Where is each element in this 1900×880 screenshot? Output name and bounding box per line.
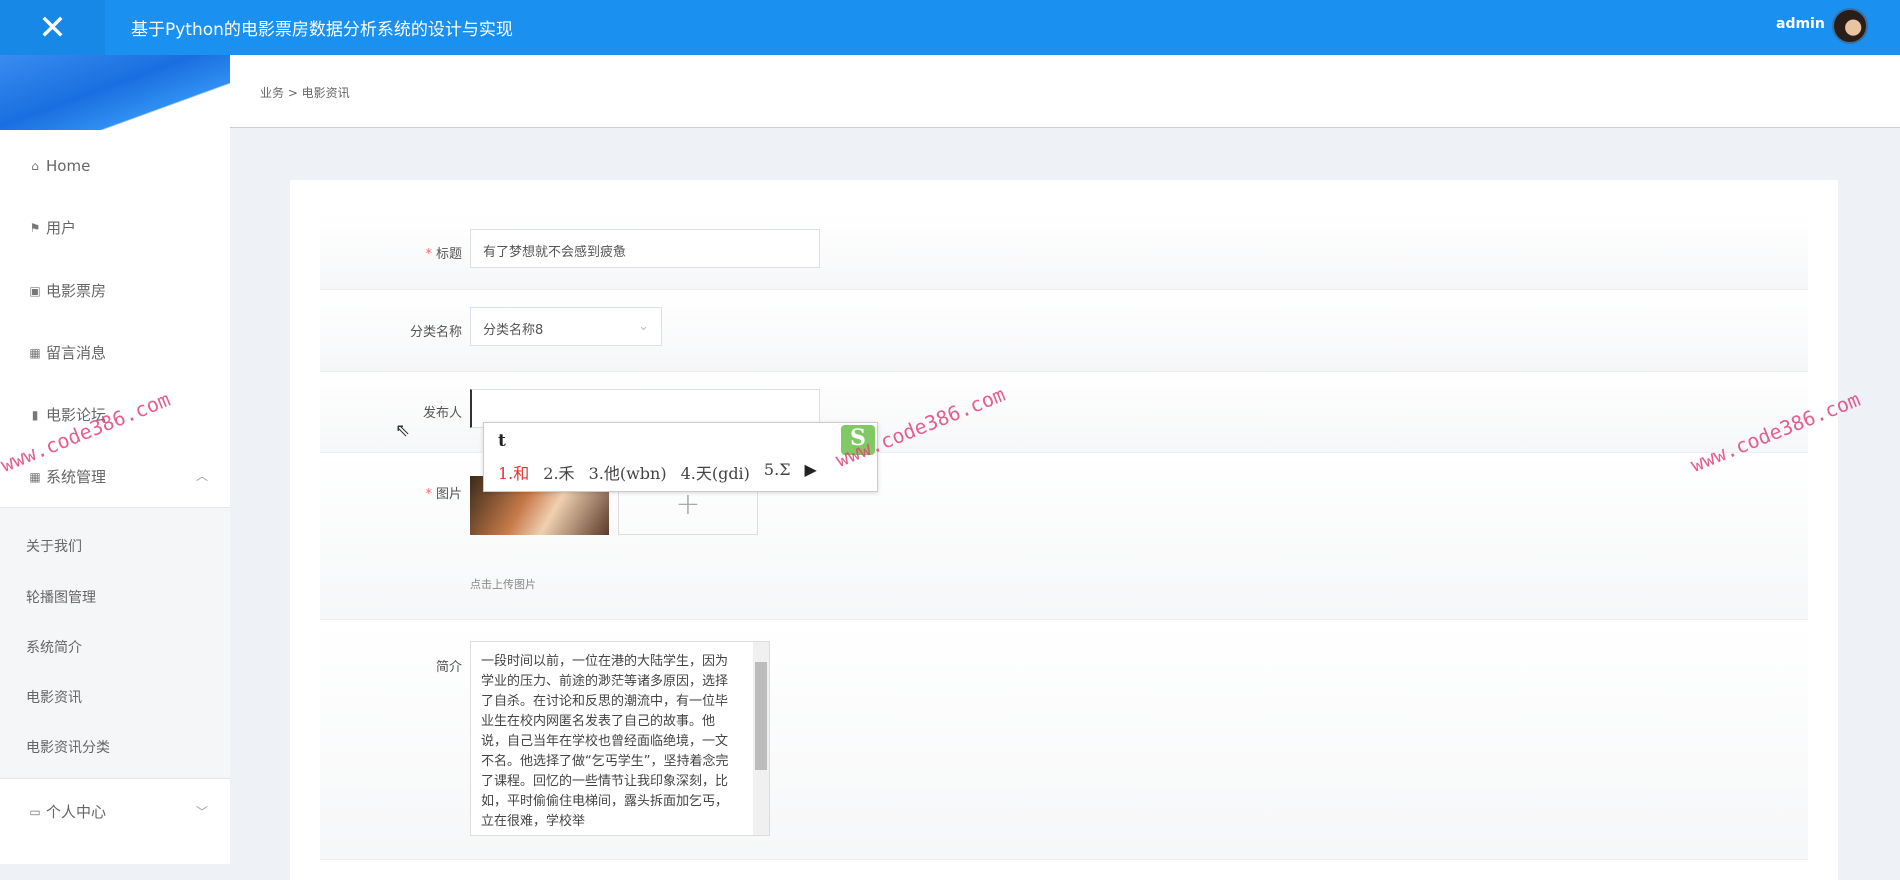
submenu-item-carousel[interactable]: 轮播图管理 (26, 587, 96, 607)
sidebar-item-label: 系统管理 (46, 468, 107, 486)
chevron-down-icon[interactable]: ﹀ (196, 803, 208, 820)
ime-candidates: 1.和 2.禾 3.他(wbn) 4.天(gdi) 5.Σ ▶ (498, 460, 817, 484)
sidebar-item-label: 电影票房 (46, 282, 107, 300)
submenu-item-about[interactable]: 关于我们 (26, 536, 82, 556)
form-row-category: 分类名称 分类名称8 ⌄ (320, 290, 1808, 372)
publisher-label: 发布人 (422, 406, 462, 421)
sidebar-item-users[interactable]: ⚑ 用户 (28, 217, 76, 238)
sidebar-item-label: 用户 (46, 219, 77, 237)
flag-icon: ⚑ (29, 220, 41, 235)
ime-candidate[interactable]: 1.和 (498, 460, 529, 484)
ime-candidate[interactable]: 5.Σ (764, 460, 791, 484)
ime-candidate-popup: t S 1.和 2.禾 3.他(wbn) 4.天(gdi) 5.Σ ▶ (483, 422, 878, 492)
sidebar-item-messages[interactable]: ▦ 留言消息 (28, 342, 106, 363)
title-label: * 标题 (425, 247, 462, 262)
close-icon[interactable]: ✕ (0, 0, 105, 55)
mouse-pointer-icon: ⇖ (395, 420, 411, 441)
user-name[interactable]: admin (1776, 16, 1825, 32)
submenu-item-intro[interactable]: 系统简介 (26, 637, 82, 657)
grid-icon: ▦ (29, 469, 41, 484)
app-title: 基于Python的电影票房数据分析系统的设计与实现 (131, 20, 513, 40)
sidebar-item-label: 个人中心 (46, 803, 107, 821)
category-label: 分类名称 (409, 325, 462, 340)
sidebar-item-label: Home (46, 157, 91, 175)
ime-next-icon[interactable]: ▶ (805, 460, 817, 484)
sidebar-item-system[interactable]: ▦ 系统管理 (28, 466, 106, 487)
sidebar-item-label: 留言消息 (46, 344, 107, 362)
news-form: * 标题 有了梦想就不会感到疲惫 分类名称 分类名称8 ⌄ 发布人 * 图片 + 点击… (290, 180, 1838, 880)
breadcrumb-bar: 业务 > 电影资讯 (230, 55, 1900, 128)
sidebar-item-personal[interactable]: ▭ 个人中心 (28, 801, 106, 822)
ime-candidate[interactable]: 4.天(gdi) (681, 460, 750, 484)
avatar[interactable] (1832, 8, 1868, 44)
intro-label: 简介 (435, 660, 462, 675)
home-icon: ⌂ (31, 159, 39, 173)
scrollbar[interactable] (753, 642, 769, 835)
intro-text: 一段时间以前，一位在港的大陆学生，因为学业的压力、前途的渺茫等诸多原因，选择了自… (481, 654, 729, 829)
submenu: 关于我们 轮播图管理 系统简介 电影资讯 电影资讯分类 (0, 507, 230, 779)
bar-chart-icon: ▮ (31, 407, 39, 422)
sidebar-item-home[interactable]: ⌂ Home (28, 157, 90, 175)
category-select[interactable]: 分类名称8 ⌄ (470, 307, 662, 346)
sidebar-banner (0, 55, 230, 130)
sidebar-item-box-office[interactable]: ▣ 电影票房 (28, 280, 106, 301)
chevron-down-icon: ⌄ (638, 319, 649, 334)
category-value: 分类名称8 (483, 323, 544, 338)
image-label: * 图片 (425, 487, 462, 502)
scrollbar-thumb[interactable] (755, 662, 767, 770)
top-header: ✕ 基于Python的电影票房数据分析系统的设计与实现 admin (0, 0, 1900, 55)
ime-candidate[interactable]: 2.禾 (543, 460, 574, 484)
intro-textarea[interactable]: 一段时间以前，一位在港的大陆学生，因为学业的压力、前途的渺茫等诸多原因，选择了自… (470, 641, 770, 836)
form-row-intro: 简介 一段时间以前，一位在港的大陆学生，因为学业的压力、前途的渺茫等诸多原因，选… (320, 620, 1808, 860)
ime-input: t (498, 431, 506, 451)
card-icon: ▭ (29, 804, 41, 819)
submenu-item-news-category[interactable]: 电影资讯分类 (26, 737, 110, 757)
chart-icon: ▣ (29, 283, 41, 298)
chevron-up-icon[interactable]: ︿ (196, 467, 208, 484)
title-input[interactable]: 有了梦想就不会感到疲惫 (470, 229, 820, 268)
submenu-item-news[interactable]: 电影资讯 (26, 687, 82, 707)
ime-candidate[interactable]: 3.他(wbn) (589, 460, 667, 484)
grid-icon: ▦ (29, 345, 41, 360)
upload-hint: 点击上传图片 (470, 578, 536, 591)
breadcrumb: 业务 > 电影资讯 (260, 86, 350, 100)
form-row-title: * 标题 有了梦想就不会感到疲惫 (320, 214, 1808, 290)
